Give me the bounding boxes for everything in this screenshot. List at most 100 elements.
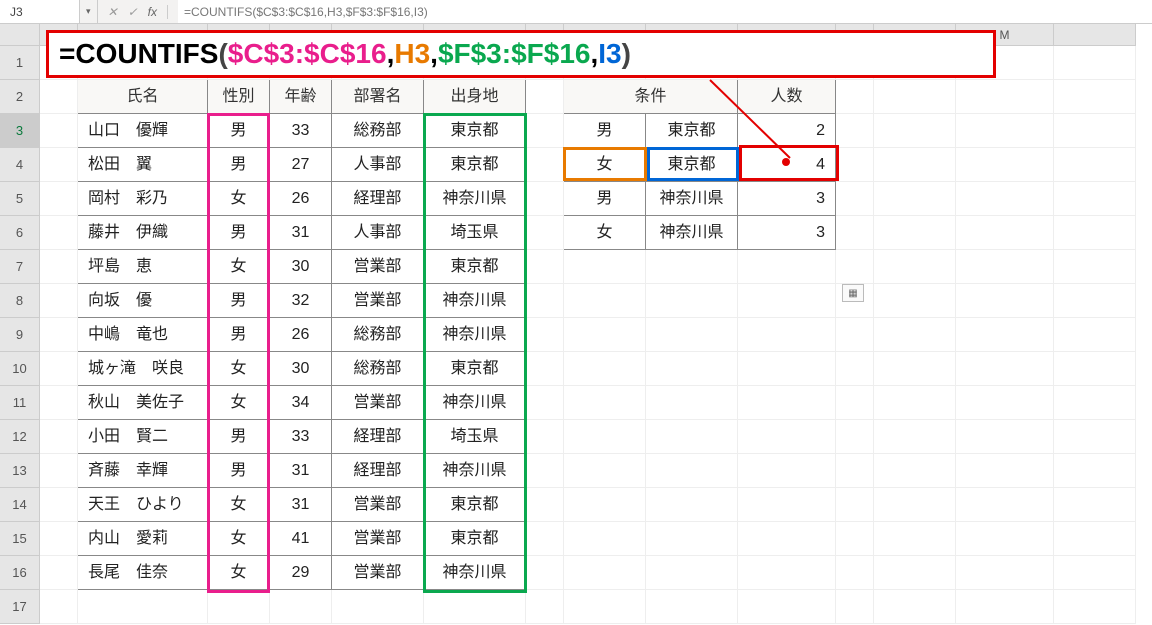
cell-dept[interactable]: 営業部 xyxy=(332,556,424,590)
cell-name[interactable]: 小田 賢二 xyxy=(78,420,208,454)
cell-gender[interactable]: 女 xyxy=(208,488,270,522)
cell[interactable] xyxy=(836,352,874,386)
cell[interactable] xyxy=(738,556,836,590)
cell[interactable] xyxy=(874,114,956,148)
header-gender[interactable]: 性別 xyxy=(208,80,270,114)
cell-dept[interactable]: 人事部 xyxy=(332,216,424,250)
cell-name[interactable]: 内山 愛莉 xyxy=(78,522,208,556)
cell-origin[interactable]: 神奈川県 xyxy=(424,386,526,420)
cell[interactable] xyxy=(956,250,1054,284)
cell-gender[interactable]: 女 xyxy=(208,352,270,386)
cell[interactable] xyxy=(564,488,646,522)
cell[interactable] xyxy=(738,352,836,386)
cell[interactable] xyxy=(526,522,564,556)
cell[interactable] xyxy=(40,556,78,590)
cell-gender[interactable]: 女 xyxy=(208,522,270,556)
cell-dept[interactable]: 総務部 xyxy=(332,318,424,352)
cell-origin[interactable]: 東京都 xyxy=(424,488,526,522)
cell[interactable] xyxy=(1054,284,1136,318)
row-header[interactable]: 11 xyxy=(0,386,40,420)
cell[interactable] xyxy=(874,556,956,590)
cell-age[interactable]: 31 xyxy=(270,488,332,522)
cell-name[interactable]: 岡村 彩乃 xyxy=(78,182,208,216)
cell[interactable] xyxy=(836,556,874,590)
cell[interactable] xyxy=(1054,46,1136,80)
cell[interactable] xyxy=(646,352,738,386)
cell-dept[interactable]: 経理部 xyxy=(332,454,424,488)
cell[interactable] xyxy=(874,216,956,250)
cell[interactable] xyxy=(836,114,874,148)
row-header[interactable]: 2 xyxy=(0,80,40,114)
cell[interactable] xyxy=(1054,114,1136,148)
cond-origin[interactable]: 神奈川県 xyxy=(646,182,738,216)
cell[interactable] xyxy=(836,318,874,352)
cell-origin[interactable]: 神奈川県 xyxy=(424,454,526,488)
cell[interactable] xyxy=(836,420,874,454)
cell[interactable] xyxy=(1054,454,1136,488)
header-dept[interactable]: 部署名 xyxy=(332,80,424,114)
cell[interactable] xyxy=(564,454,646,488)
cell[interactable] xyxy=(646,522,738,556)
cell[interactable] xyxy=(526,250,564,284)
cell-age[interactable]: 34 xyxy=(270,386,332,420)
cell[interactable] xyxy=(40,284,78,318)
header-cond[interactable]: 条件 xyxy=(646,80,738,114)
cell[interactable] xyxy=(564,318,646,352)
cond-origin[interactable]: 東京都 xyxy=(646,148,738,182)
cell-age[interactable]: 29 xyxy=(270,556,332,590)
cell[interactable] xyxy=(874,454,956,488)
cell-origin[interactable]: 埼玉県 xyxy=(424,216,526,250)
cell[interactable] xyxy=(526,590,564,624)
cell[interactable] xyxy=(1054,352,1136,386)
cell[interactable] xyxy=(738,250,836,284)
cell-age[interactable]: 26 xyxy=(270,318,332,352)
cell-gender[interactable]: 男 xyxy=(208,216,270,250)
cell[interactable] xyxy=(956,216,1054,250)
cell[interactable] xyxy=(874,352,956,386)
cell[interactable] xyxy=(526,420,564,454)
cell[interactable] xyxy=(40,114,78,148)
cell[interactable] xyxy=(526,148,564,182)
cell[interactable] xyxy=(738,522,836,556)
cell[interactable] xyxy=(40,318,78,352)
cell[interactable] xyxy=(1054,182,1136,216)
fx-icon[interactable]: fx xyxy=(148,5,168,19)
row-header[interactable]: 7 xyxy=(0,250,40,284)
cell[interactable] xyxy=(738,488,836,522)
cell[interactable] xyxy=(956,454,1054,488)
cell-gender[interactable]: 男 xyxy=(208,284,270,318)
cell-name[interactable]: 秋山 美佐子 xyxy=(78,386,208,420)
cond-gender[interactable]: 男 xyxy=(564,114,646,148)
row-header[interactable]: 12 xyxy=(0,420,40,454)
row-header[interactable]: 8 xyxy=(0,284,40,318)
cell[interactable] xyxy=(956,318,1054,352)
cell[interactable] xyxy=(646,556,738,590)
cell-age[interactable]: 27 xyxy=(270,148,332,182)
cell-dept[interactable]: 営業部 xyxy=(332,284,424,318)
cell-name[interactable]: 山口 優輝 xyxy=(78,114,208,148)
cell[interactable] xyxy=(956,488,1054,522)
cell-dept[interactable]: 営業部 xyxy=(332,250,424,284)
cell-age[interactable]: 33 xyxy=(270,420,332,454)
cell[interactable] xyxy=(646,318,738,352)
cell-age[interactable]: 31 xyxy=(270,454,332,488)
cell[interactable] xyxy=(1054,420,1136,454)
cell[interactable] xyxy=(874,250,956,284)
cell[interactable] xyxy=(1054,522,1136,556)
cell[interactable] xyxy=(836,148,874,182)
row-header[interactable]: 9 xyxy=(0,318,40,352)
cell[interactable] xyxy=(956,352,1054,386)
cell-gender[interactable]: 男 xyxy=(208,148,270,182)
cell[interactable] xyxy=(646,590,738,624)
cell-gender[interactable]: 女 xyxy=(208,386,270,420)
name-box-dropdown-icon[interactable]: ▾ xyxy=(80,0,98,23)
cell-dept[interactable]: 総務部 xyxy=(332,114,424,148)
header-origin[interactable]: 出身地 xyxy=(424,80,526,114)
cell[interactable] xyxy=(78,590,208,624)
cell[interactable] xyxy=(1054,556,1136,590)
cell[interactable] xyxy=(874,182,956,216)
cond-count[interactable]: 4 xyxy=(738,148,836,182)
row-header[interactable]: 13 xyxy=(0,454,40,488)
cell[interactable] xyxy=(564,420,646,454)
cell[interactable] xyxy=(836,488,874,522)
